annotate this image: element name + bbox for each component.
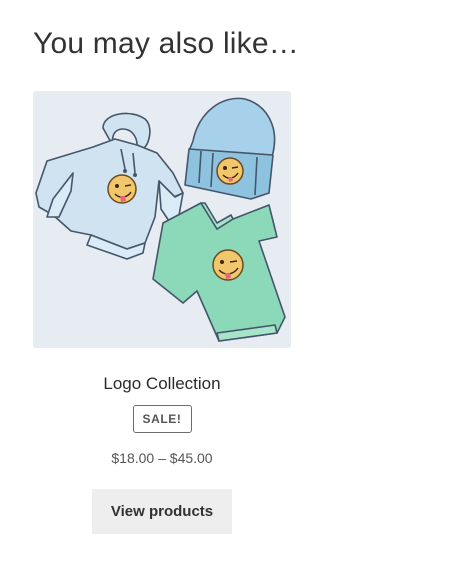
sale-badge: SALE! bbox=[132, 405, 192, 433]
product-name[interactable]: Logo Collection bbox=[33, 373, 291, 395]
section-title: You may also like… bbox=[33, 27, 299, 60]
product-image bbox=[33, 91, 291, 348]
beanie-emoji-icon bbox=[216, 157, 244, 185]
hoodie-emoji-icon bbox=[107, 174, 137, 204]
related-products-section: You may also like… Logo Collection SALE!… bbox=[0, 0, 474, 565]
price-range: $18.00 – $45.00 bbox=[111, 450, 213, 466]
view-products-button[interactable]: View products bbox=[92, 489, 232, 534]
product-image-link[interactable] bbox=[33, 91, 291, 348]
tshirt-emoji-icon bbox=[212, 249, 244, 281]
product-card: Logo Collection SALE! $18.00 – $45.00 Vi… bbox=[33, 91, 291, 534]
